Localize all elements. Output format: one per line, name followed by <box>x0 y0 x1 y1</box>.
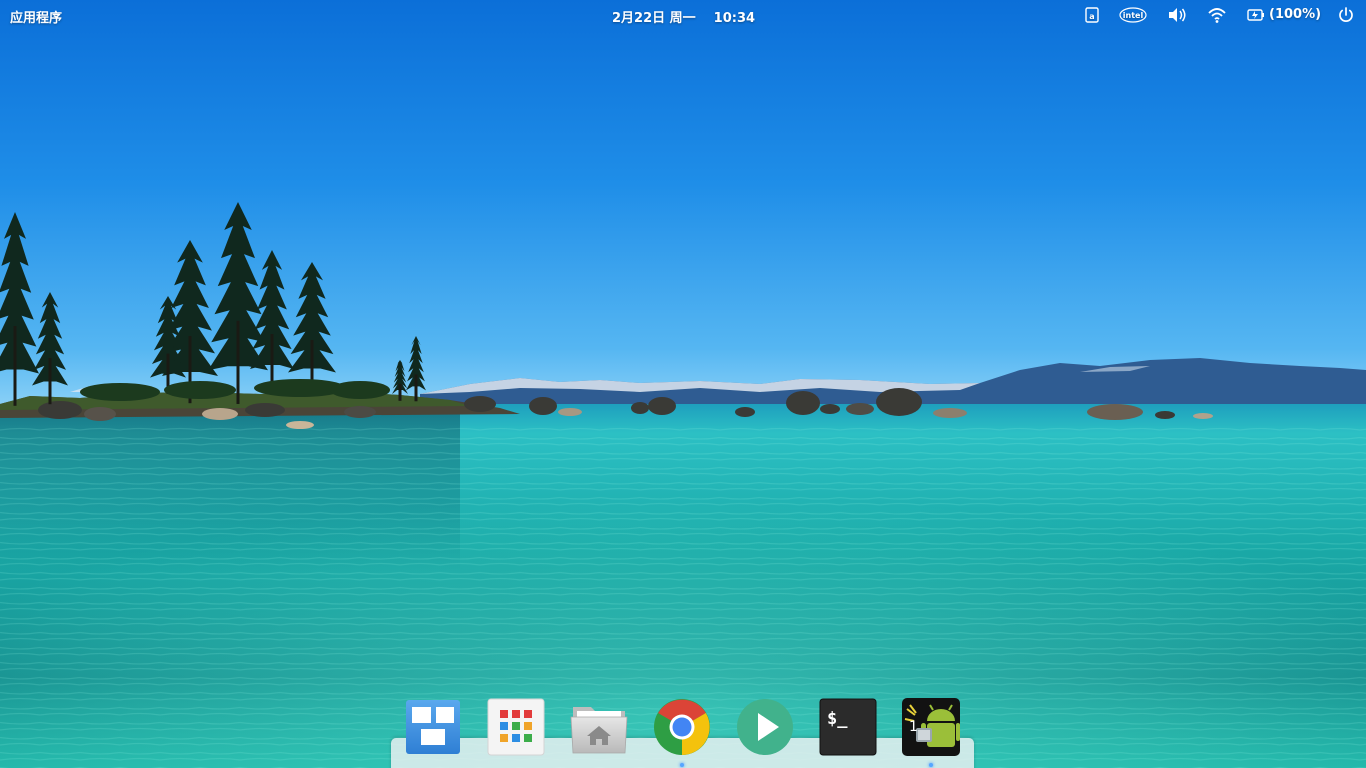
home-folder-icon <box>570 707 628 754</box>
dock-item-terminal[interactable]: $_ <box>818 697 878 757</box>
android-icon: 1 <box>902 698 960 756</box>
shore-bush <box>164 381 236 399</box>
tree-trunk <box>48 358 52 405</box>
battery-icon <box>1247 5 1265 25</box>
time-label: 10:34 <box>713 11 756 26</box>
wifi-icon[interactable] <box>1207 5 1227 25</box>
tree-trunk <box>13 326 17 406</box>
app-center-icon <box>487 698 545 756</box>
battery-percent: (100%) <box>1269 7 1322 22</box>
tree-trunk <box>398 384 402 401</box>
chrome-icon <box>654 699 710 755</box>
svg-text:a: a <box>1089 12 1094 21</box>
running-indicator-chrome <box>680 763 684 767</box>
dock-item-chrome[interactable] <box>652 697 712 757</box>
date-time-indicator[interactable]: 2月22日 周一 10:34 <box>612 7 755 26</box>
multitasking-icon <box>406 700 460 754</box>
keyboard-indicator-icon[interactable]: a <box>1083 5 1101 25</box>
applications-menu-button[interactable]: 应用程序 <box>10 7 62 26</box>
terminal-icon: $_ <box>819 698 877 756</box>
terminal-glyph: $_ <box>827 709 848 729</box>
date-label: 2月22日 周一 <box>612 11 696 26</box>
top-panel: 应用程序 2月22日 周一 10:34 a intel (100%) <box>0 0 1366 30</box>
desktop-wallpaper <box>0 0 1366 768</box>
dock-item-files[interactable] <box>569 697 629 757</box>
dock-item-app-center[interactable] <box>486 697 546 757</box>
tree-trunk <box>236 320 240 404</box>
system-indicators: a intel (100%) <box>1066 0 1366 30</box>
dock-item-android-app[interactable]: 1 <box>901 697 961 757</box>
shore-bush <box>330 381 390 399</box>
power-icon[interactable] <box>1336 5 1356 25</box>
dock-item-media-player[interactable] <box>735 697 795 757</box>
intel-icon[interactable]: intel <box>1118 5 1148 25</box>
battery-indicator[interactable]: (100%) <box>1247 5 1327 25</box>
shore-bush <box>80 383 160 401</box>
volume-icon[interactable] <box>1166 5 1188 25</box>
android-badge: 1 <box>909 719 918 735</box>
dock-item-multitasking-view[interactable] <box>403 697 463 757</box>
tree-trunk <box>414 374 418 402</box>
play-icon <box>737 699 793 755</box>
intel-label: intel <box>1123 11 1144 20</box>
running-indicator-android-app <box>929 763 933 767</box>
